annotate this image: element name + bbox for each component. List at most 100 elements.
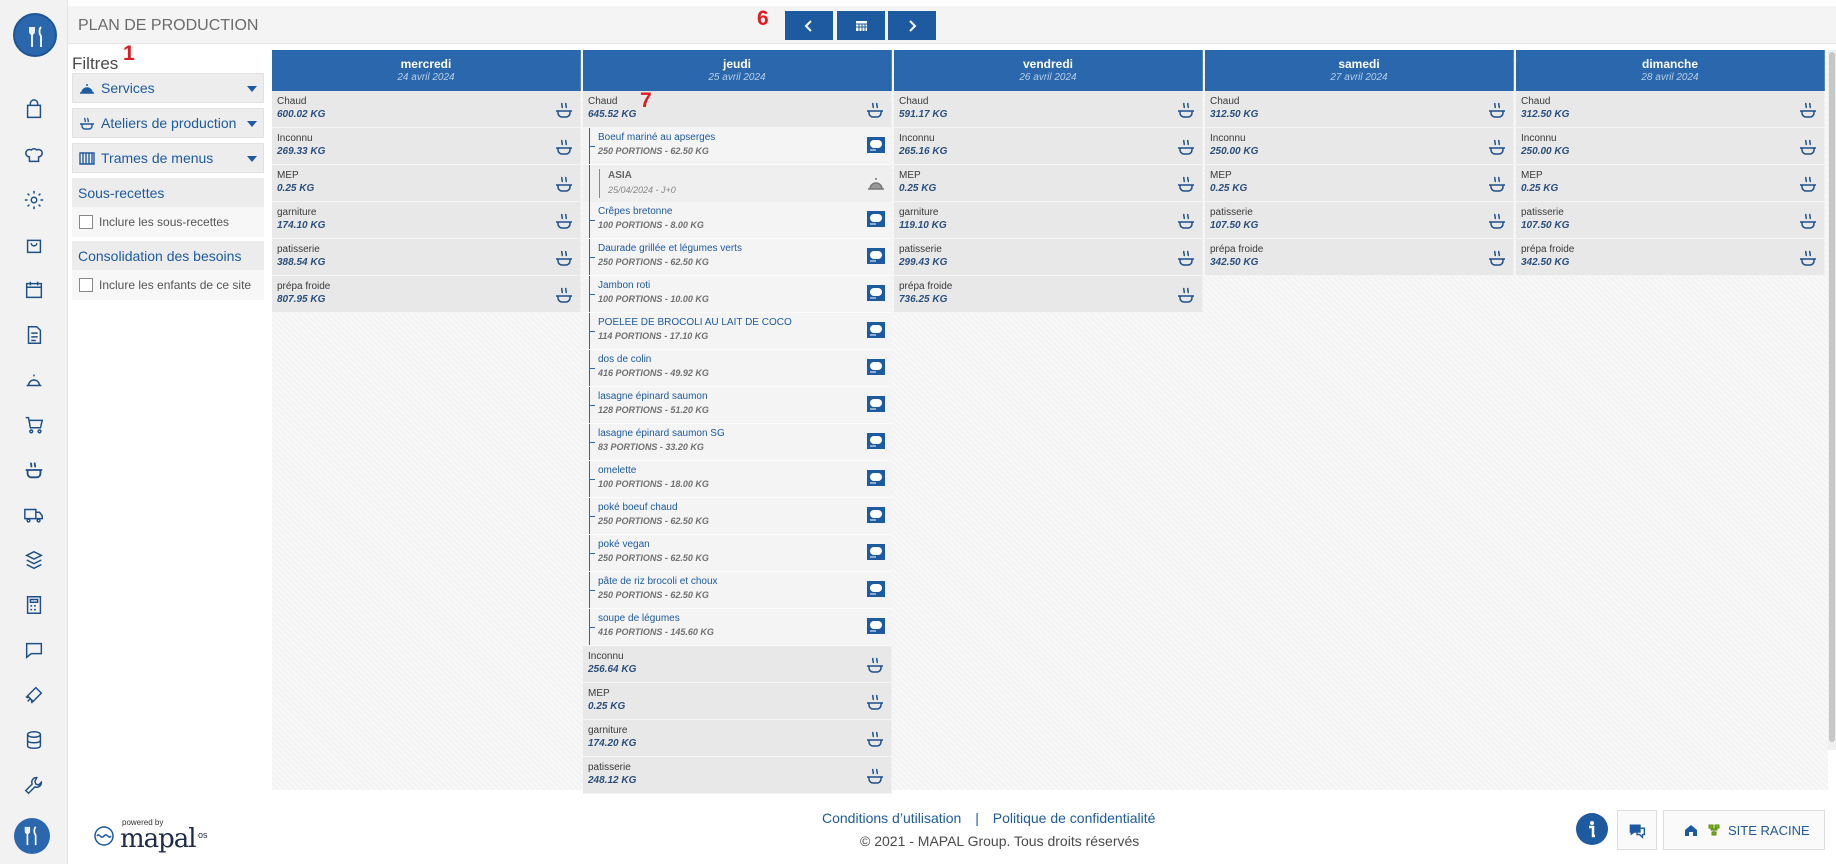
calendar-button[interactable]	[837, 11, 885, 40]
delivery-truck-icon[interactable]	[22, 503, 46, 527]
wrench-icon[interactable]	[22, 773, 46, 797]
service-bell-icon[interactable]	[22, 368, 46, 392]
recipe-item[interactable]: lasagne épinard saumon 128 PORTIONS - 51.…	[583, 387, 892, 424]
workshop-cell[interactable]: prépa froide 342.50 KG	[1516, 239, 1825, 276]
marker-6: 6	[757, 7, 769, 30]
rocket-icon[interactable]	[22, 683, 46, 707]
site-selector-button[interactable]: SITE RACINE	[1663, 810, 1825, 850]
workshop-cell[interactable]: Inconnu 256.64 KG	[583, 646, 892, 683]
cooking-pot-icon[interactable]	[22, 458, 46, 482]
recipe-item[interactable]: omelette 100 PORTIONS - 18.00 KG	[583, 461, 892, 498]
workshop-cell[interactable]: patisserie 299.43 KG	[894, 239, 1203, 276]
workshop-cell[interactable]: MEP 0.25 KG	[894, 165, 1203, 202]
workshop-cell[interactable]: MEP 0.25 KG	[1205, 165, 1514, 202]
recipe-item[interactable]: soupe de légumes 416 PORTIONS - 145.60 KG	[583, 609, 892, 646]
calendar-icon	[855, 21, 867, 31]
cooking-pot-icon	[556, 139, 572, 155]
service-item[interactable]: ASIA 25/04/2024 - J+0	[583, 165, 892, 202]
workshop-cell[interactable]: Chaud 591.17 KG	[894, 91, 1203, 128]
workshop-cell[interactable]: patisserie 107.50 KG	[1205, 202, 1514, 239]
sous-recettes-checkbox-row[interactable]: Inclure les sous-recettes	[72, 207, 264, 237]
workshop-weight: 0.25 KG	[588, 701, 626, 712]
services-filter[interactable]: Services	[72, 73, 264, 103]
recipe-item[interactable]: dos de colin 416 PORTIONS - 49.92 KG	[583, 350, 892, 387]
app-logo[interactable]	[13, 13, 57, 57]
workshop-cell[interactable]: prépa froide 807.95 KG	[272, 276, 581, 313]
recipe-item[interactable]: Boeuf mariné au apserges 250 PORTIONS - 6…	[583, 128, 892, 165]
info-button[interactable]	[1576, 813, 1608, 845]
help-chat-button[interactable]	[1617, 810, 1657, 850]
workshop-name: Inconnu	[1210, 133, 1246, 144]
calendar-scrollbar-thumb[interactable]	[1829, 52, 1835, 742]
workshop-cell[interactable]: patisserie 107.50 KG	[1516, 202, 1825, 239]
day-header: vendredi 26 avril 2024	[894, 50, 1203, 91]
menu-grid-icon	[79, 152, 95, 165]
day-name: dimanche	[1641, 57, 1698, 71]
day-name: mercredi	[400, 57, 452, 71]
chat-bubble-icon[interactable]	[22, 638, 46, 662]
workshop-cell-expanded[interactable]: Chaud 645.52 KG	[583, 91, 892, 128]
consolidation-checkbox[interactable]	[79, 278, 93, 292]
workshop-cell[interactable]: patisserie 388.54 KG	[272, 239, 581, 276]
next-week-button[interactable]	[888, 11, 936, 40]
workshop-cell[interactable]: Chaud 312.50 KG	[1516, 91, 1825, 128]
database-icon[interactable]	[22, 728, 46, 752]
chef-hat-icon[interactable]	[22, 143, 46, 167]
service-bell-icon	[80, 84, 94, 94]
recipe-quantity: 128 PORTIONS - 51.20 KG	[598, 405, 709, 415]
recipe-item[interactable]: Daurade grillée et légumes verts 250 PORT…	[583, 239, 892, 276]
shopping-bag-icon[interactable]	[22, 233, 46, 257]
workshop-cell[interactable]: Inconnu 250.00 KG	[1516, 128, 1825, 165]
cooking-pot-icon	[1489, 213, 1505, 229]
workshop-cell[interactable]: Inconnu 250.00 KG	[1205, 128, 1514, 165]
shopping-cart-icon[interactable]	[22, 413, 46, 437]
cooking-pot-icon	[556, 250, 572, 266]
recipe-item[interactable]: poké boeuf chaud 250 PORTIONS - 62.50 KG	[583, 498, 892, 535]
ateliers-filter-label: Ateliers de production	[101, 115, 237, 131]
recipe-card-icon	[867, 433, 885, 449]
filters-title: Filtres	[72, 54, 119, 73]
workshop-cell[interactable]: garniture 174.20 KG	[583, 720, 892, 757]
day-header: dimanche 28 avril 2024	[1516, 50, 1825, 91]
ateliers-filter[interactable]: Ateliers de production	[72, 108, 264, 138]
workshop-cell[interactable]: Chaud 312.50 KG	[1205, 91, 1514, 128]
consolidation-checkbox-row[interactable]: Inclure les enfants de ce site	[72, 270, 264, 300]
workshop-cell[interactable]: Inconnu 269.33 KG	[272, 128, 581, 165]
settings-gear-icon[interactable]	[22, 188, 46, 212]
workshop-weight: 0.25 KG	[1210, 183, 1248, 194]
recipe-item[interactable]: lasagne épinard saumon SG 83 PORTIONS - 3…	[583, 424, 892, 461]
workshop-cell[interactable]: garniture 174.10 KG	[272, 202, 581, 239]
recipe-item[interactable]: poké vegan 250 PORTIONS - 62.50 KG	[583, 535, 892, 572]
cooking-pot-icon	[1178, 176, 1194, 192]
terms-link[interactable]: Conditions d’utilisation	[822, 810, 961, 826]
day-name: vendredi	[1022, 57, 1073, 71]
calendar-heart-icon[interactable]	[22, 278, 46, 302]
document-icon[interactable]	[22, 323, 46, 347]
recipe-item[interactable]: Crêpes bretonne 100 PORTIONS - 8.00 KG	[583, 202, 892, 239]
workshop-cell[interactable]: MEP 0.25 KG	[272, 165, 581, 202]
privacy-link[interactable]: Politique de confidentialité	[993, 810, 1156, 826]
workshop-cell[interactable]: garniture 119.10 KG	[894, 202, 1203, 239]
workshop-cell[interactable]: Inconnu 265.16 KG	[894, 128, 1203, 165]
app-logo-bottom[interactable]	[14, 818, 50, 854]
day-column-jeudi: jeudi 25 avril 2024 Chaud 645.52 KG Boeuf…	[583, 50, 892, 794]
calculator-icon[interactable]	[22, 593, 46, 617]
workshop-cell[interactable]: Chaud 600.02 KG	[272, 91, 581, 128]
workshop-cell[interactable]: MEP 0.25 KG	[1516, 165, 1825, 202]
recipe-item[interactable]: Jambon roti 100 PORTIONS - 10.00 KG	[583, 276, 892, 313]
previous-week-button[interactable]	[785, 11, 833, 40]
recipe-item[interactable]: POELEE DE BROCOLI AU LAIT DE COCO 114 POR…	[583, 313, 892, 350]
workshop-name: garniture	[899, 207, 939, 218]
recipe-item[interactable]: pâte de riz brocoli et choux 250 PORTIONS…	[583, 572, 892, 609]
workshop-name: patisserie	[899, 244, 942, 255]
workshop-weight: 342.50 KG	[1210, 257, 1259, 268]
workshop-cell[interactable]: MEP 0.25 KG	[583, 683, 892, 720]
trames-filter[interactable]: Trames de menus	[72, 143, 264, 173]
service-date: 25/04/2024 - J+0	[608, 185, 676, 195]
workshop-cell[interactable]: prépa froide 342.50 KG	[1205, 239, 1514, 276]
sous-recettes-checkbox[interactable]	[79, 215, 93, 229]
workshop-cell[interactable]: prépa froide 736.25 KG	[894, 276, 1203, 313]
workshop-cell[interactable]: patisserie 248.12 KG	[583, 757, 892, 794]
bag-icon[interactable]	[22, 98, 46, 122]
box-stack-icon[interactable]	[22, 548, 46, 572]
